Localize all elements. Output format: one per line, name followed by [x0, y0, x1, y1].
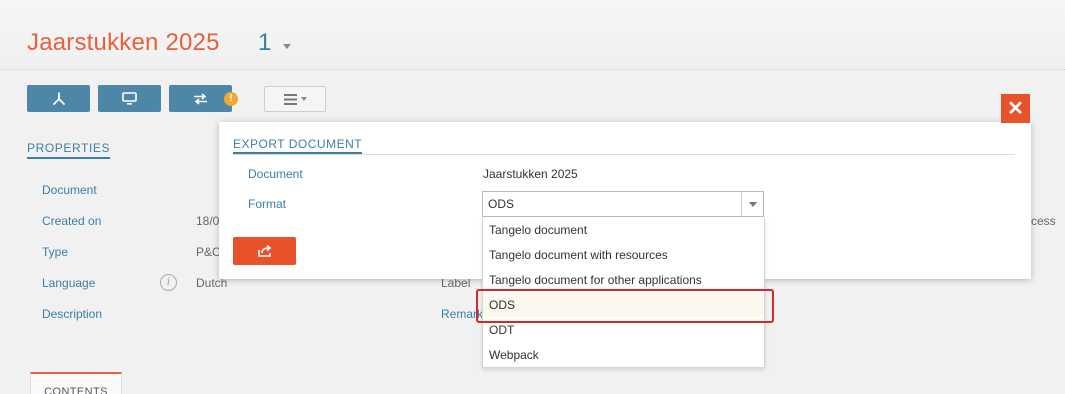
truncated-value: cess — [1031, 214, 1056, 228]
type-label: Type — [42, 245, 69, 259]
preview-button[interactable] — [98, 85, 161, 112]
warning-icon: ! — [224, 92, 238, 106]
format-select-value: ODS — [488, 197, 515, 211]
chevron-down-icon — [300, 97, 307, 101]
more-menu-button[interactable] — [264, 86, 326, 112]
version-selector[interactable]: 1 — [258, 29, 271, 57]
dialog-title: EXPORT DOCUMENT — [233, 137, 363, 154]
chevron-down-icon — [748, 201, 757, 207]
format-select[interactable]: ODS — [482, 191, 764, 217]
chevron-down-icon[interactable] — [283, 44, 291, 49]
share-icon — [257, 244, 271, 257]
monitor-icon — [122, 92, 137, 105]
dropdown-option[interactable]: Tangelo document — [483, 218, 764, 243]
created-on-value: 18/0 — [196, 214, 220, 228]
export-button[interactable] — [233, 237, 296, 265]
language-label: Language — [42, 276, 96, 290]
dialog-document-label: Document — [248, 167, 303, 181]
description-label: Description — [42, 307, 103, 321]
document-label: Document — [42, 183, 97, 197]
type-value: P&C — [196, 245, 221, 259]
tab-properties[interactable]: PROPERTIES — [27, 141, 111, 159]
close-button[interactable]: ✕ — [1001, 94, 1030, 123]
page-title: Jaarstukken 2025 — [27, 29, 220, 56]
export-pdf-button[interactable] — [27, 85, 90, 112]
dropdown-option[interactable]: Tangelo document with resources — [483, 243, 764, 268]
dialog-format-label: Format — [248, 197, 287, 211]
dialog-divider — [233, 154, 1015, 155]
transfer-button[interactable] — [169, 85, 232, 112]
select-arrow[interactable] — [741, 192, 763, 216]
tab-contents[interactable]: CONTENTS — [30, 372, 122, 394]
dropdown-option[interactable]: Webpack — [483, 343, 764, 368]
pdf-icon — [52, 91, 65, 105]
dialog-document-value: Jaarstukken 2025 — [483, 167, 578, 181]
created-on-label: Created on — [42, 214, 102, 228]
transfer-icon — [194, 92, 207, 105]
menu-icon — [283, 93, 297, 105]
page-header: Jaarstukken 2025 1 — [0, 0, 1065, 70]
selection-highlight-box — [476, 289, 774, 323]
info-icon[interactable]: i — [160, 274, 177, 291]
